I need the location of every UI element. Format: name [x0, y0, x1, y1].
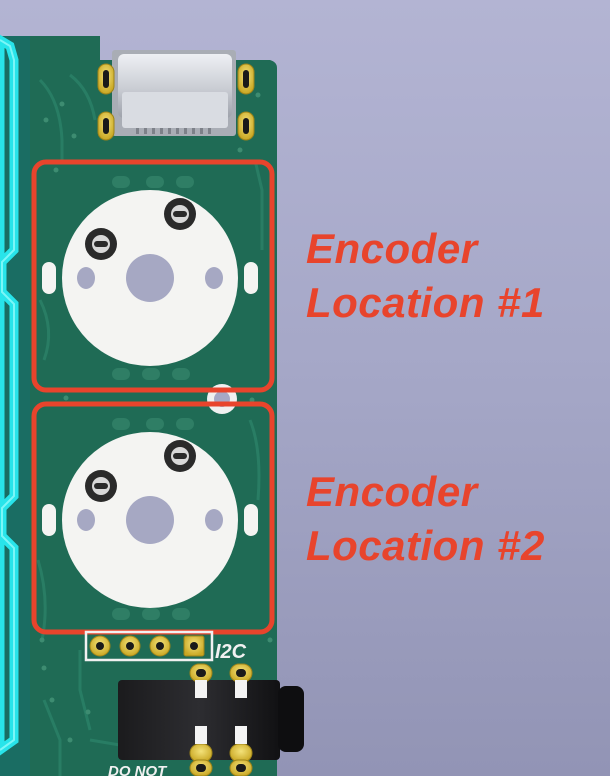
encoder-1-line-2: Location #1 — [306, 279, 545, 326]
encoder-location-1-label: Encoder Location #1 — [306, 222, 545, 330]
encoder-2-line-2: Location #2 — [306, 522, 545, 569]
encoder-location-2-label: Encoder Location #2 — [306, 465, 545, 573]
do-not-silkscreen-label: DO NOT — [108, 763, 168, 776]
audio-jack: DO NOT — [108, 663, 304, 776]
usb-c-connector — [97, 50, 255, 141]
pcb-render: I2C DO NOT — [0, 34, 304, 776]
i2c-silkscreen-label: I2C — [215, 641, 247, 663]
adjacent-board — [0, 34, 30, 776]
encoder-2-line-1: Encoder — [306, 468, 478, 515]
encoder-1-line-1: Encoder — [306, 225, 478, 272]
